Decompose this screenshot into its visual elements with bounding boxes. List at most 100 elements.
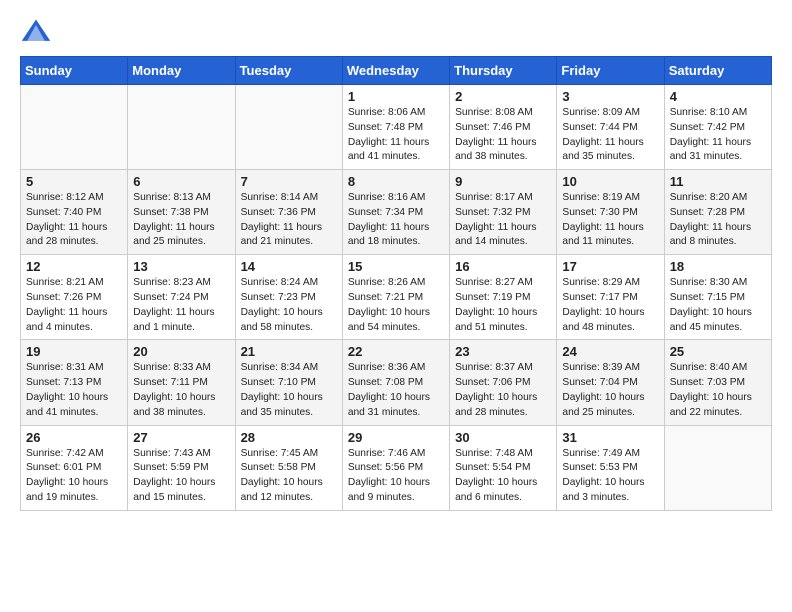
calendar-cell: 2 Sunrise: 8:08 AM Sunset: 7:46 PM Daylig… (450, 85, 557, 170)
day-number: 25 (670, 344, 766, 359)
calendar-cell (235, 85, 342, 170)
day-number: 13 (133, 259, 229, 274)
calendar-cell: 31Sunrise: 7:49 AM Sunset: 5:53 PM Dayli… (557, 425, 664, 510)
calendar-cell: 14Sunrise: 8:24 AM Sunset: 7:23 PM Dayli… (235, 255, 342, 340)
calendar-week-2: 5 Sunrise: 8:12 AM Sunset: 7:40 PM Daylig… (21, 170, 772, 255)
day-number: 30 (455, 430, 551, 445)
calendar-cell: 22Sunrise: 8:36 AM Sunset: 7:08 PM Dayli… (342, 340, 449, 425)
day-number: 20 (133, 344, 229, 359)
day-info: Sunrise: 8:12 AM Sunset: 7:40 PM Dayligh… (26, 191, 122, 250)
day-number: 6 (133, 174, 229, 189)
day-number: 19 (26, 344, 122, 359)
day-number: 27 (133, 430, 229, 445)
calendar-cell: 23 Sunrise: 8:37 AM Sunset: 7:06 PM Dayli… (450, 340, 557, 425)
calendar-cell: 11Sunrise: 8:20 AM Sunset: 7:28 PM Dayli… (664, 170, 771, 255)
calendar-cell: 5 Sunrise: 8:12 AM Sunset: 7:40 PM Daylig… (21, 170, 128, 255)
day-info: Sunrise: 8:17 AM Sunset: 7:32 PM Dayligh… (455, 191, 551, 250)
calendar-cell: 25 Sunrise: 8:40 AM Sunset: 7:03 PM Dayli… (664, 340, 771, 425)
day-info: Sunrise: 8:34 AM Sunset: 7:10 PM Dayligh… (241, 361, 337, 420)
calendar-week-5: 26Sunrise: 7:42 AM Sunset: 6:01 PM Dayli… (21, 425, 772, 510)
logo-icon (20, 16, 52, 48)
calendar-table: SundayMondayTuesdayWednesdayThursdayFrid… (20, 56, 772, 511)
calendar-cell: 13 Sunrise: 8:23 AM Sunset: 7:24 PM Dayli… (128, 255, 235, 340)
day-number: 2 (455, 89, 551, 104)
calendar-week-4: 19 Sunrise: 8:31 AM Sunset: 7:13 PM Dayli… (21, 340, 772, 425)
day-info: Sunrise: 8:14 AM Sunset: 7:36 PM Dayligh… (241, 191, 337, 250)
day-info: Sunrise: 8:23 AM Sunset: 7:24 PM Dayligh… (133, 276, 229, 335)
calendar-cell: 27 Sunrise: 7:43 AM Sunset: 5:59 PM Dayli… (128, 425, 235, 510)
day-number: 31 (562, 430, 658, 445)
calendar-cell: 28 Sunrise: 7:45 AM Sunset: 5:58 PM Dayli… (235, 425, 342, 510)
calendar-cell: 30 Sunrise: 7:48 AM Sunset: 5:54 PM Dayli… (450, 425, 557, 510)
day-info: Sunrise: 8:37 AM Sunset: 7:06 PM Dayligh… (455, 361, 551, 420)
calendar-cell (128, 85, 235, 170)
day-number: 29 (348, 430, 444, 445)
calendar-cell: 16 Sunrise: 8:27 AM Sunset: 7:19 PM Dayli… (450, 255, 557, 340)
day-number: 15 (348, 259, 444, 274)
day-info: Sunrise: 8:19 AM Sunset: 7:30 PM Dayligh… (562, 191, 658, 250)
day-info: Sunrise: 8:08 AM Sunset: 7:46 PM Dayligh… (455, 106, 551, 165)
day-info: Sunrise: 8:31 AM Sunset: 7:13 PM Dayligh… (26, 361, 122, 420)
col-header-saturday: Saturday (664, 57, 771, 85)
day-info: Sunrise: 8:33 AM Sunset: 7:11 PM Dayligh… (133, 361, 229, 420)
calendar-cell: 12 Sunrise: 8:21 AM Sunset: 7:26 PM Dayli… (21, 255, 128, 340)
calendar-cell: 8Sunrise: 8:16 AM Sunset: 7:34 PM Daylig… (342, 170, 449, 255)
calendar-cell: 9 Sunrise: 8:17 AM Sunset: 7:32 PM Daylig… (450, 170, 557, 255)
day-number: 7 (241, 174, 337, 189)
day-number: 24 (562, 344, 658, 359)
day-number: 26 (26, 430, 122, 445)
day-number: 21 (241, 344, 337, 359)
calendar-cell: 6 Sunrise: 8:13 AM Sunset: 7:38 PM Daylig… (128, 170, 235, 255)
col-header-monday: Monday (128, 57, 235, 85)
day-number: 16 (455, 259, 551, 274)
day-number: 10 (562, 174, 658, 189)
col-header-tuesday: Tuesday (235, 57, 342, 85)
calendar-cell: 24 Sunrise: 8:39 AM Sunset: 7:04 PM Dayli… (557, 340, 664, 425)
day-info: Sunrise: 7:45 AM Sunset: 5:58 PM Dayligh… (241, 447, 337, 506)
day-number: 23 (455, 344, 551, 359)
calendar-cell: 20 Sunrise: 8:33 AM Sunset: 7:11 PM Dayli… (128, 340, 235, 425)
logo (20, 16, 56, 48)
col-header-friday: Friday (557, 57, 664, 85)
day-info: Sunrise: 7:46 AM Sunset: 5:56 PM Dayligh… (348, 447, 444, 506)
day-number: 12 (26, 259, 122, 274)
day-info: Sunrise: 7:48 AM Sunset: 5:54 PM Dayligh… (455, 447, 551, 506)
calendar-cell: 15 Sunrise: 8:26 AM Sunset: 7:21 PM Dayli… (342, 255, 449, 340)
day-info: Sunrise: 8:10 AM Sunset: 7:42 PM Dayligh… (670, 106, 766, 165)
calendar-week-1: 1Sunrise: 8:06 AM Sunset: 7:48 PM Daylig… (21, 85, 772, 170)
day-info: Sunrise: 8:26 AM Sunset: 7:21 PM Dayligh… (348, 276, 444, 335)
day-info: Sunrise: 8:21 AM Sunset: 7:26 PM Dayligh… (26, 276, 122, 335)
day-number: 22 (348, 344, 444, 359)
day-info: Sunrise: 7:43 AM Sunset: 5:59 PM Dayligh… (133, 447, 229, 506)
day-number: 18 (670, 259, 766, 274)
day-number: 5 (26, 174, 122, 189)
calendar-cell: 18 Sunrise: 8:30 AM Sunset: 7:15 PM Dayli… (664, 255, 771, 340)
calendar-cell (664, 425, 771, 510)
calendar-cell: 7 Sunrise: 8:14 AM Sunset: 7:36 PM Daylig… (235, 170, 342, 255)
calendar-cell: 17Sunrise: 8:29 AM Sunset: 7:17 PM Dayli… (557, 255, 664, 340)
calendar-week-3: 12 Sunrise: 8:21 AM Sunset: 7:26 PM Dayli… (21, 255, 772, 340)
calendar-cell (21, 85, 128, 170)
day-info: Sunrise: 8:16 AM Sunset: 7:34 PM Dayligh… (348, 191, 444, 250)
day-info: Sunrise: 8:39 AM Sunset: 7:04 PM Dayligh… (562, 361, 658, 420)
calendar-cell: 10 Sunrise: 8:19 AM Sunset: 7:30 PM Dayli… (557, 170, 664, 255)
calendar-cell: 29 Sunrise: 7:46 AM Sunset: 5:56 PM Dayli… (342, 425, 449, 510)
day-number: 28 (241, 430, 337, 445)
header (20, 16, 772, 48)
day-info: Sunrise: 8:13 AM Sunset: 7:38 PM Dayligh… (133, 191, 229, 250)
page: SundayMondayTuesdayWednesdayThursdayFrid… (0, 0, 792, 612)
calendar-cell: 26Sunrise: 7:42 AM Sunset: 6:01 PM Dayli… (21, 425, 128, 510)
calendar-header-row: SundayMondayTuesdayWednesdayThursdayFrid… (21, 57, 772, 85)
calendar-cell: 4 Sunrise: 8:10 AM Sunset: 7:42 PM Daylig… (664, 85, 771, 170)
day-info: Sunrise: 8:40 AM Sunset: 7:03 PM Dayligh… (670, 361, 766, 420)
day-info: Sunrise: 8:09 AM Sunset: 7:44 PM Dayligh… (562, 106, 658, 165)
col-header-thursday: Thursday (450, 57, 557, 85)
col-header-sunday: Sunday (21, 57, 128, 85)
day-number: 9 (455, 174, 551, 189)
day-number: 4 (670, 89, 766, 104)
day-info: Sunrise: 8:27 AM Sunset: 7:19 PM Dayligh… (455, 276, 551, 335)
day-info: Sunrise: 8:30 AM Sunset: 7:15 PM Dayligh… (670, 276, 766, 335)
calendar-cell: 21 Sunrise: 8:34 AM Sunset: 7:10 PM Dayli… (235, 340, 342, 425)
day-number: 14 (241, 259, 337, 274)
day-number: 1 (348, 89, 444, 104)
